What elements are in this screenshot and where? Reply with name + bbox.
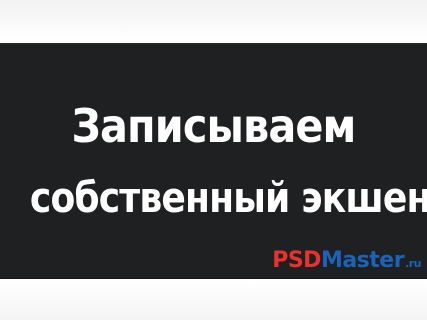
title-line-2: собственный экшен xyxy=(29,173,427,222)
logo-master-text: Master xyxy=(320,248,405,273)
bottom-frame xyxy=(0,279,427,320)
logo-tld-text: .ru xyxy=(405,257,421,270)
psdmaster-logo: PSD Master .ru xyxy=(272,248,421,278)
title-banner: Записываем собственный экшен xyxy=(0,43,427,279)
logo-psd-text: PSD xyxy=(272,248,321,273)
title-line-1: Записываем xyxy=(71,99,356,153)
top-frame xyxy=(0,0,427,43)
